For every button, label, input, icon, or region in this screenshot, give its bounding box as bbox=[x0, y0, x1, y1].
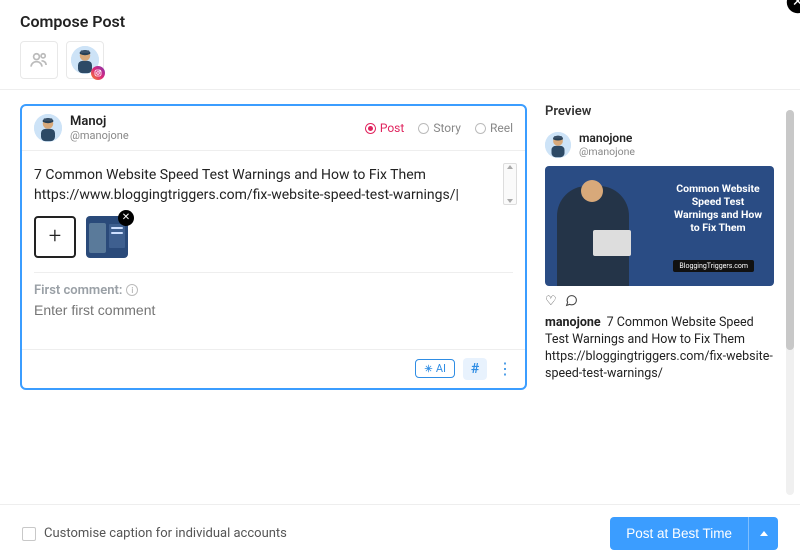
hashtag-button[interactable]: # bbox=[463, 358, 487, 380]
scroll-up-icon bbox=[507, 165, 513, 169]
caret-up-icon bbox=[760, 531, 768, 536]
post-type-story[interactable]: Story bbox=[418, 121, 461, 135]
compose-author: Manoj @manojone bbox=[34, 114, 129, 142]
dialog-title: Compose Post bbox=[20, 12, 780, 31]
compose-card: Manoj @manojone Post Story Reel 7 Common… bbox=[20, 104, 527, 390]
compose-textarea[interactable]: 7 Common Website Speed Test Warnings and… bbox=[22, 151, 525, 216]
ai-button[interactable]: AI bbox=[415, 359, 455, 378]
preview-image: Common Website Speed Test Warnings and H… bbox=[545, 166, 774, 286]
preview-heading: Preview bbox=[545, 104, 774, 119]
comment-icon[interactable] bbox=[565, 294, 578, 311]
heart-icon[interactable]: ♡ bbox=[545, 294, 557, 311]
preview-handle: @manojone bbox=[579, 145, 635, 158]
author-name: Manoj bbox=[70, 114, 129, 129]
avatar-icon bbox=[545, 132, 571, 158]
preview-image-headline: Common Website Speed Test Warnings and H… bbox=[670, 182, 766, 235]
author-handle: @manojone bbox=[70, 129, 129, 142]
customise-caption-label: Customise caption for individual account… bbox=[44, 526, 287, 541]
dialog-footer: Customise caption for individual account… bbox=[0, 504, 800, 550]
media-thumbnail[interactable]: ✕ bbox=[86, 216, 128, 258]
info-icon[interactable]: i bbox=[126, 284, 138, 296]
preview-username: manojone bbox=[579, 131, 635, 145]
preview-caption-user: manojone bbox=[545, 315, 601, 330]
post-best-time-button[interactable]: Post at Best Time bbox=[610, 517, 748, 550]
sparkle-icon bbox=[424, 364, 433, 373]
preview-card: manojone @manojone Common Website Speed … bbox=[545, 131, 774, 383]
people-icon bbox=[29, 50, 49, 70]
account-chip-instagram[interactable] bbox=[66, 41, 104, 79]
add-account-chip[interactable] bbox=[20, 41, 58, 79]
attachments-row: + ✕ bbox=[22, 216, 525, 272]
post-type-reel[interactable]: Reel bbox=[475, 121, 513, 135]
first-comment-label: First comment: i bbox=[34, 283, 513, 298]
scroll-down-icon bbox=[507, 199, 513, 203]
first-comment-input[interactable] bbox=[34, 302, 513, 318]
preview-scroll-thumb[interactable] bbox=[786, 110, 794, 350]
compose-text-content: 7 Common Website Speed Test Warnings and… bbox=[34, 165, 513, 206]
text-scrollbar[interactable] bbox=[503, 163, 517, 205]
accounts-bar bbox=[0, 41, 800, 90]
more-options-icon[interactable]: ⋮ bbox=[495, 365, 515, 373]
add-media-button[interactable]: + bbox=[34, 216, 76, 258]
customise-caption-checkbox[interactable]: Customise caption for individual account… bbox=[22, 526, 287, 541]
preview-scrollbar[interactable] bbox=[786, 110, 794, 495]
remove-media-icon[interactable]: ✕ bbox=[118, 210, 134, 226]
preview-caption: manojone7 Common Website Speed Test Warn… bbox=[545, 315, 774, 383]
post-options-dropdown[interactable] bbox=[748, 517, 778, 550]
post-type-post[interactable]: Post bbox=[365, 121, 404, 135]
preview-image-badge: BloggingTriggers.com bbox=[673, 260, 754, 272]
dialog-header: Compose Post bbox=[0, 0, 800, 41]
avatar-icon bbox=[34, 114, 62, 142]
instagram-badge-icon bbox=[91, 66, 105, 80]
preview-actions: ♡ bbox=[545, 294, 774, 311]
post-type-group: Post Story Reel bbox=[365, 121, 513, 135]
